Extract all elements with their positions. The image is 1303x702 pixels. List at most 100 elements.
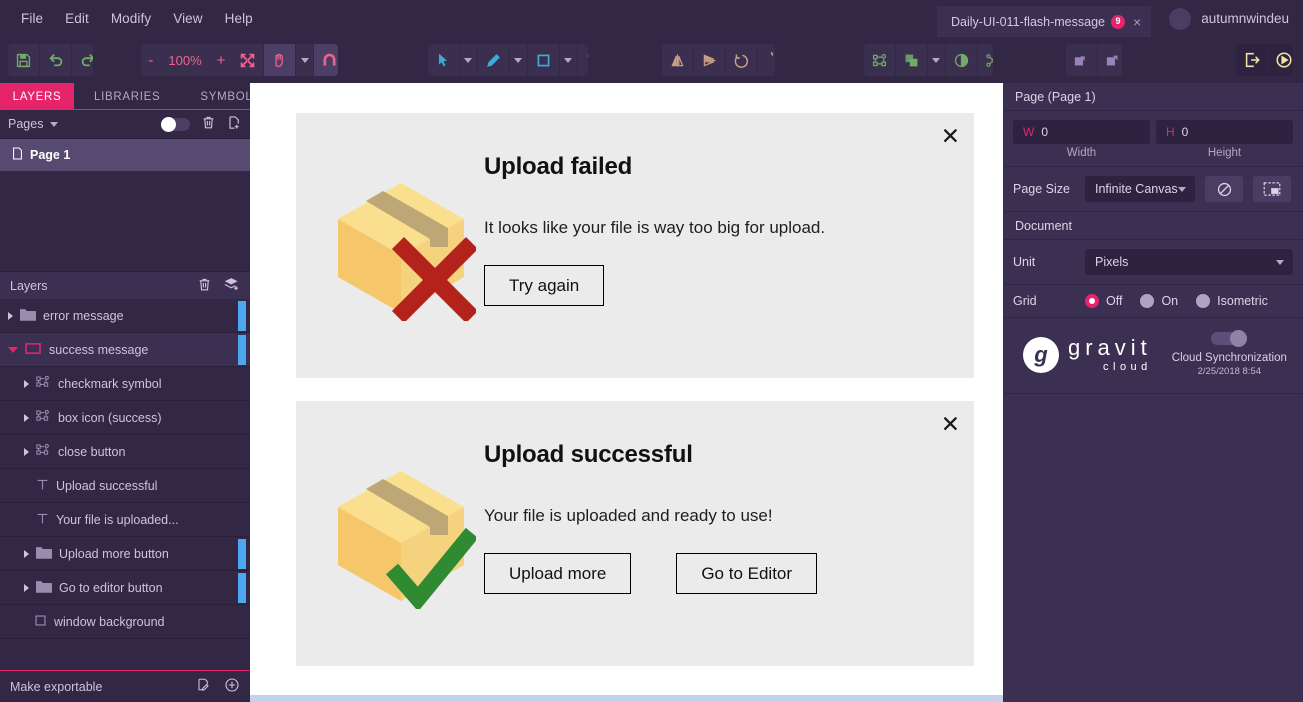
boolean-union-icon[interactable]: [896, 44, 928, 76]
hand-tool-chevron-down-icon[interactable]: [296, 44, 315, 76]
magnet-snap-icon[interactable]: [314, 44, 339, 76]
page-size-section: Page Size Infinite Canvas: [1003, 167, 1303, 212]
redo-icon[interactable]: [72, 44, 93, 76]
close-icon[interactable]: ✕: [941, 413, 960, 436]
no-fill-button[interactable]: [1205, 176, 1243, 202]
canvas-horizontal-scrollbar[interactable]: [250, 695, 1003, 702]
add-page-icon[interactable]: [227, 115, 242, 133]
rotate-right-icon[interactable]: [758, 44, 775, 76]
select-chevron-down-icon[interactable]: [460, 44, 478, 76]
layer-row[interactable]: Upload more button: [0, 537, 250, 571]
layers-actions: [197, 277, 240, 295]
layer-row[interactable]: error message: [0, 299, 250, 333]
chevron-right-icon[interactable]: [24, 379, 29, 388]
pages-chevron-down-icon[interactable]: [50, 121, 59, 127]
preview-play-icon[interactable]: [1268, 44, 1293, 76]
folder-icon: [20, 308, 36, 324]
width-key: W: [1023, 125, 1035, 139]
delete-page-icon[interactable]: [201, 115, 216, 133]
rectangle-chevron-down-icon[interactable]: [560, 44, 578, 76]
document-tab[interactable]: Daily-UI-011-flash-message 9 ×: [937, 6, 1152, 37]
menu-modify[interactable]: Modify: [100, 7, 162, 30]
save-icon[interactable]: [8, 44, 40, 76]
account-menu[interactable]: autumnwindeu: [1151, 7, 1303, 30]
unit-value: Pixels: [1095, 255, 1129, 269]
undo-icon[interactable]: [40, 44, 72, 76]
layer-row[interactable]: close button: [0, 435, 250, 469]
pages-label: Pages: [8, 117, 44, 131]
pen-tool-icon[interactable]: [478, 44, 510, 76]
path-nodes-icon[interactable]: [978, 44, 993, 76]
contrast-icon[interactable]: [946, 44, 978, 76]
cloud-sync-toggle[interactable]: [1211, 330, 1248, 347]
menu-help[interactable]: Help: [214, 7, 264, 30]
select-arrow-icon[interactable]: [428, 44, 460, 76]
flash-message-card-success[interactable]: ✕ Upload successful Your file is uploade…: [296, 401, 974, 666]
close-icon[interactable]: ×: [1133, 14, 1141, 30]
grid-option-on[interactable]: On: [1140, 294, 1178, 308]
rectangle-tool-icon[interactable]: [528, 44, 560, 76]
rotate-left-icon[interactable]: [726, 44, 758, 76]
arrange-tool-group: [863, 44, 993, 76]
page-bounds-button[interactable]: [1253, 176, 1291, 202]
layer-row[interactable]: Go to editor button: [0, 571, 250, 605]
unit-select[interactable]: Pixels: [1085, 249, 1293, 275]
tab-libraries[interactable]: LIBRARIES: [74, 83, 180, 110]
menu-file[interactable]: File: [10, 7, 54, 30]
chevron-right-icon[interactable]: [24, 413, 29, 422]
go-to-editor-button[interactable]: Go to Editor: [676, 553, 818, 594]
layer-list: error message success message checkmark …: [0, 299, 250, 639]
layer-row[interactable]: Upload successful: [0, 469, 250, 503]
layer-row[interactable]: window background: [0, 605, 250, 639]
menu-edit[interactable]: Edit: [54, 7, 100, 30]
tab-layers[interactable]: LAYERS: [0, 83, 74, 110]
close-icon[interactable]: ✕: [941, 125, 960, 148]
flip-horizontal-icon[interactable]: [662, 44, 694, 76]
try-again-button[interactable]: Try again: [484, 265, 605, 306]
text-tool-icon[interactable]: [578, 44, 589, 76]
add-layer-icon[interactable]: [224, 277, 240, 295]
chevron-right-icon[interactable]: [24, 583, 29, 592]
flash-message-card-error[interactable]: ✕ Upload failed It looks like your file …: [296, 113, 974, 378]
delete-layer-icon[interactable]: [197, 277, 212, 295]
chevron-right-icon[interactable]: [8, 311, 13, 320]
grid-option-isometric[interactable]: Isometric: [1196, 294, 1268, 308]
cloud-sync-label: Cloud Synchronization: [1171, 352, 1287, 364]
page-item-page-1[interactable]: Page 1: [0, 139, 250, 171]
boolean-chevron-down-icon[interactable]: [928, 44, 946, 76]
card-message: It looks like your file is way too big f…: [484, 218, 826, 237]
export-icon[interactable]: [1236, 44, 1269, 76]
zoom-out-button[interactable]: -: [141, 52, 160, 69]
width-field[interactable]: W 0: [1013, 120, 1150, 144]
height-field[interactable]: H 0: [1156, 120, 1293, 144]
pages-visibility-toggle[interactable]: [161, 116, 190, 132]
layer-row[interactable]: checkmark symbol: [0, 367, 250, 401]
fit-to-screen-icon[interactable]: [232, 44, 265, 76]
gravit-mark-icon: g: [1023, 336, 1059, 373]
hand-tool-icon[interactable]: [264, 44, 297, 76]
transform-nodes-icon[interactable]: [864, 44, 896, 76]
package-box-with-red-x-illustration: [326, 171, 479, 324]
chevron-down-icon[interactable]: [8, 346, 18, 353]
group-icon[interactable]: [1066, 44, 1098, 76]
add-export-icon[interactable]: [224, 677, 240, 696]
pen-chevron-down-icon[interactable]: [510, 44, 528, 76]
upload-more-button[interactable]: Upload more: [484, 553, 632, 594]
zoom-in-button[interactable]: +: [210, 52, 233, 69]
grid-option-off[interactable]: Off: [1085, 294, 1122, 308]
chevron-right-icon[interactable]: [24, 549, 29, 558]
layer-row[interactable]: success message: [0, 333, 250, 367]
layer-row[interactable]: box icon (success): [0, 401, 250, 435]
flip-vertical-icon[interactable]: [694, 44, 726, 76]
canvas-area[interactable]: ✕ Upload failed It looks like your file …: [250, 83, 1003, 702]
zoom-level[interactable]: 100%: [160, 53, 209, 68]
text-layer-icon: [36, 512, 49, 528]
ungroup-icon[interactable]: [1098, 44, 1123, 76]
scrollbar-thumb[interactable]: [250, 695, 1003, 702]
chevron-right-icon[interactable]: [24, 447, 29, 456]
edit-export-icon[interactable]: [196, 677, 211, 696]
page-size-select[interactable]: Infinite Canvas: [1085, 176, 1195, 202]
layer-label: Upload successful: [56, 478, 158, 493]
menu-view[interactable]: View: [162, 7, 213, 30]
layer-row[interactable]: Your file is uploaded...: [0, 503, 250, 537]
